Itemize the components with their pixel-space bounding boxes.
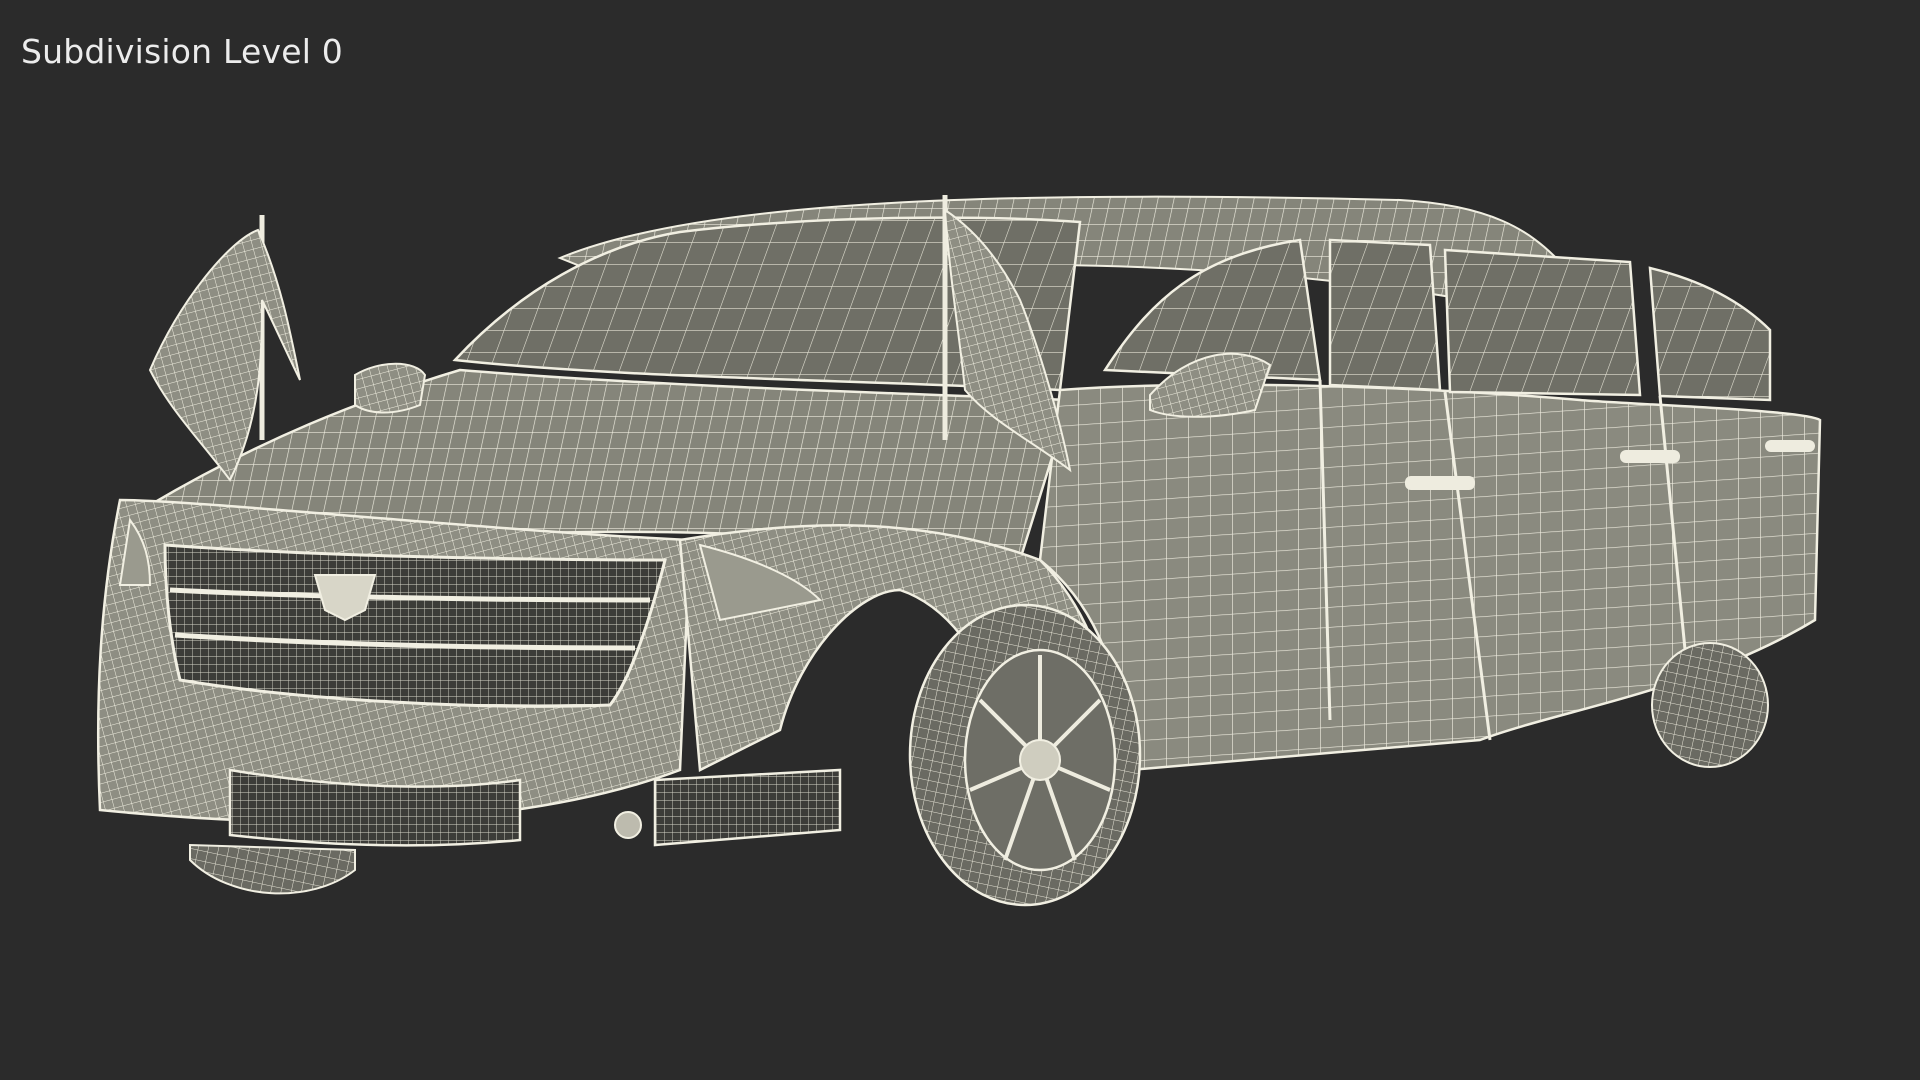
- door-handle-2: [1620, 450, 1680, 463]
- side-window-back: [1648, 266, 1772, 402]
- mirror-left: [354, 362, 427, 414]
- wireframe-limousine-render: [96, 195, 1822, 907]
- door-handle-1: [1405, 476, 1475, 490]
- lower-intake-right: [653, 768, 842, 847]
- rear-wheel: [1651, 642, 1769, 768]
- render-viewport: Subdivision Level 0: [0, 0, 1920, 1080]
- front-wheel-hub: [1019, 739, 1061, 781]
- side-window-middle: [1328, 238, 1442, 392]
- subdivision-caption: Subdivision Level 0: [21, 32, 343, 71]
- front-wheel-far: [189, 843, 356, 895]
- door-handle-3: [1765, 440, 1815, 452]
- side-window-rear: [1443, 248, 1642, 397]
- fog-light: [614, 811, 642, 839]
- front-grille: [163, 543, 667, 708]
